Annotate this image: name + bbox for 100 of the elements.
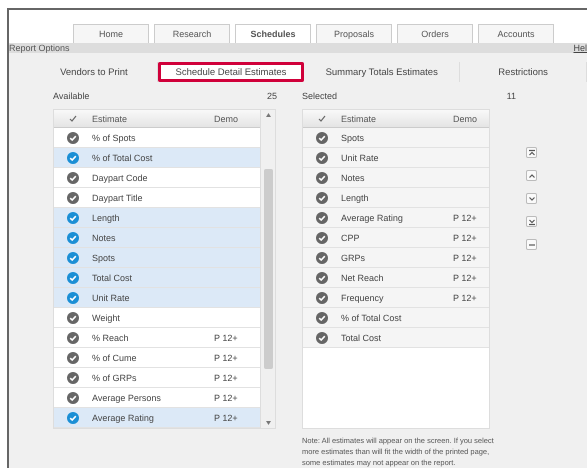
check-circle-icon[interactable] — [67, 412, 79, 424]
nav-tab[interactable]: Research — [154, 24, 230, 43]
check-circle-icon[interactable] — [67, 312, 79, 324]
nav-tab[interactable]: Home — [73, 24, 149, 43]
check-circle-icon[interactable] — [316, 212, 328, 224]
scrollbar[interactable] — [261, 109, 276, 429]
check-circle-icon[interactable] — [67, 372, 79, 384]
estimate-name: Weight — [92, 312, 121, 322]
estimate-name: GRPs — [341, 252, 366, 262]
item-count: 11 — [506, 90, 516, 100]
estimate-name: CPP — [341, 232, 361, 242]
nav-tab[interactable]: Orders — [397, 24, 473, 43]
sub-tab[interactable]: Summary Totals Estimates — [304, 62, 460, 82]
reorder-button[interactable] — [526, 193, 537, 204]
estimate-row[interactable]: % of Total Cost — [303, 308, 489, 328]
check-circle-icon[interactable] — [316, 192, 328, 204]
check-circle-icon[interactable] — [316, 292, 328, 304]
check-circle-icon[interactable] — [316, 312, 328, 324]
move-down-icon — [528, 194, 536, 202]
estimate-name: Frequency — [341, 292, 385, 302]
estimate-name: % of Cume — [92, 352, 138, 362]
estimate-name: % of Spots — [92, 132, 137, 142]
estimate-row[interactable]: Notes — [303, 168, 489, 188]
estimate-row[interactable]: Length — [303, 188, 489, 208]
estimate-row[interactable]: Length — [54, 208, 260, 228]
list-label: Selected — [302, 90, 338, 100]
reorder-button[interactable] — [526, 147, 537, 158]
check-circle-icon[interactable] — [67, 252, 79, 264]
list-label: Available — [53, 90, 90, 100]
check-circle-icon[interactable] — [316, 252, 328, 264]
check-circle-icon[interactable] — [316, 272, 328, 284]
column-header[interactable]: Estimate — [92, 114, 214, 124]
demo-value: P 12+ — [214, 392, 239, 402]
check-circle-icon[interactable] — [316, 332, 328, 344]
column-header[interactable]: Demo — [453, 114, 489, 124]
check-circle-icon[interactable] — [67, 352, 79, 364]
sub-tab[interactable]: Restrictions — [460, 62, 587, 82]
nav-tab[interactable]: Schedules — [235, 24, 311, 43]
estimate-name: Daypart Code — [92, 172, 149, 182]
estimate-name: Length — [92, 212, 121, 222]
estimate-name: Notes — [341, 172, 366, 182]
check-circle-icon[interactable] — [67, 292, 79, 304]
scroll-up-icon[interactable] — [266, 113, 270, 117]
check-circle-icon[interactable] — [316, 152, 328, 164]
nav-tab[interactable]: Accounts — [478, 24, 554, 43]
reorder-button[interactable] — [526, 216, 537, 227]
check-circle-icon[interactable] — [67, 392, 79, 404]
estimate-name: Unit Rate — [92, 292, 131, 302]
estimate-row[interactable]: Average Rating P 12+ — [303, 208, 489, 228]
estimate-name: % of Total Cost — [341, 312, 402, 322]
demo-value: P 12+ — [214, 372, 239, 382]
estimate-row[interactable]: Frequency P 12+ — [303, 288, 489, 308]
estimate-row[interactable]: % of Total Cost — [54, 148, 260, 168]
estimate-row[interactable]: Spots — [54, 248, 260, 268]
move-bottom-icon — [528, 218, 536, 226]
estimate-row[interactable]: Notes — [54, 228, 260, 248]
check-circle-icon[interactable] — [316, 132, 328, 144]
estimate-name: % of GRPs — [92, 372, 138, 382]
demo-value: P 12+ — [453, 272, 478, 282]
move-up-icon — [528, 172, 536, 180]
scroll-down-icon[interactable] — [266, 421, 270, 425]
check-circle-icon[interactable] — [316, 232, 328, 244]
item-count: 25 — [266, 90, 277, 100]
check-circle-icon[interactable] — [67, 152, 79, 164]
estimate-name: Average Persons — [92, 392, 162, 402]
estimate-row[interactable]: Unit Rate — [54, 288, 260, 308]
check-circle-icon[interactable] — [67, 172, 79, 184]
estimate-row[interactable]: GRPs P 12+ — [303, 248, 489, 268]
column-header[interactable]: Estimate — [341, 114, 453, 124]
estimate-row[interactable]: Total Cost — [303, 328, 489, 348]
estimate-row[interactable]: Unit Rate — [303, 148, 489, 168]
sub-tab[interactable]: Schedule Detail Estimates — [158, 62, 304, 82]
estimate-row[interactable]: Spots — [303, 128, 489, 148]
demo-value: P 12+ — [214, 352, 239, 362]
move-top-icon — [528, 148, 536, 156]
check-circle-icon[interactable] — [67, 192, 79, 204]
reorder-button[interactable] — [526, 170, 537, 181]
estimate-name: Daypart Title — [92, 192, 144, 202]
estimate-name: Length — [341, 192, 370, 202]
check-circle-icon[interactable] — [67, 212, 79, 224]
estimate-name: Net Reach — [341, 272, 385, 282]
check-circle-icon[interactable] — [67, 332, 79, 344]
estimate-row[interactable]: Total Cost — [54, 268, 260, 288]
check-circle-icon[interactable] — [67, 132, 79, 144]
check-circle-icon[interactable] — [67, 232, 79, 244]
help-link[interactable]: Hel — [573, 43, 587, 53]
nav-tab[interactable]: Proposals — [316, 24, 392, 43]
estimate-name: Spots — [92, 252, 116, 262]
estimate-row[interactable]: Net Reach P 12+ — [303, 268, 489, 288]
demo-value: P 12+ — [453, 252, 478, 262]
estimate-row[interactable]: Average Rating P 12+ — [54, 408, 260, 428]
check-icon — [318, 115, 326, 122]
demo-value: P 12+ — [453, 212, 478, 222]
reorder-button[interactable] — [526, 239, 537, 250]
check-circle-icon[interactable] — [67, 272, 79, 284]
estimate-name: Total Cost — [341, 332, 382, 342]
check-circle-icon[interactable] — [316, 172, 328, 184]
column-header[interactable]: Demo — [214, 114, 260, 124]
estimate-name: Spots — [341, 132, 366, 142]
estimate-row[interactable]: CPP P 12+ — [303, 228, 489, 248]
